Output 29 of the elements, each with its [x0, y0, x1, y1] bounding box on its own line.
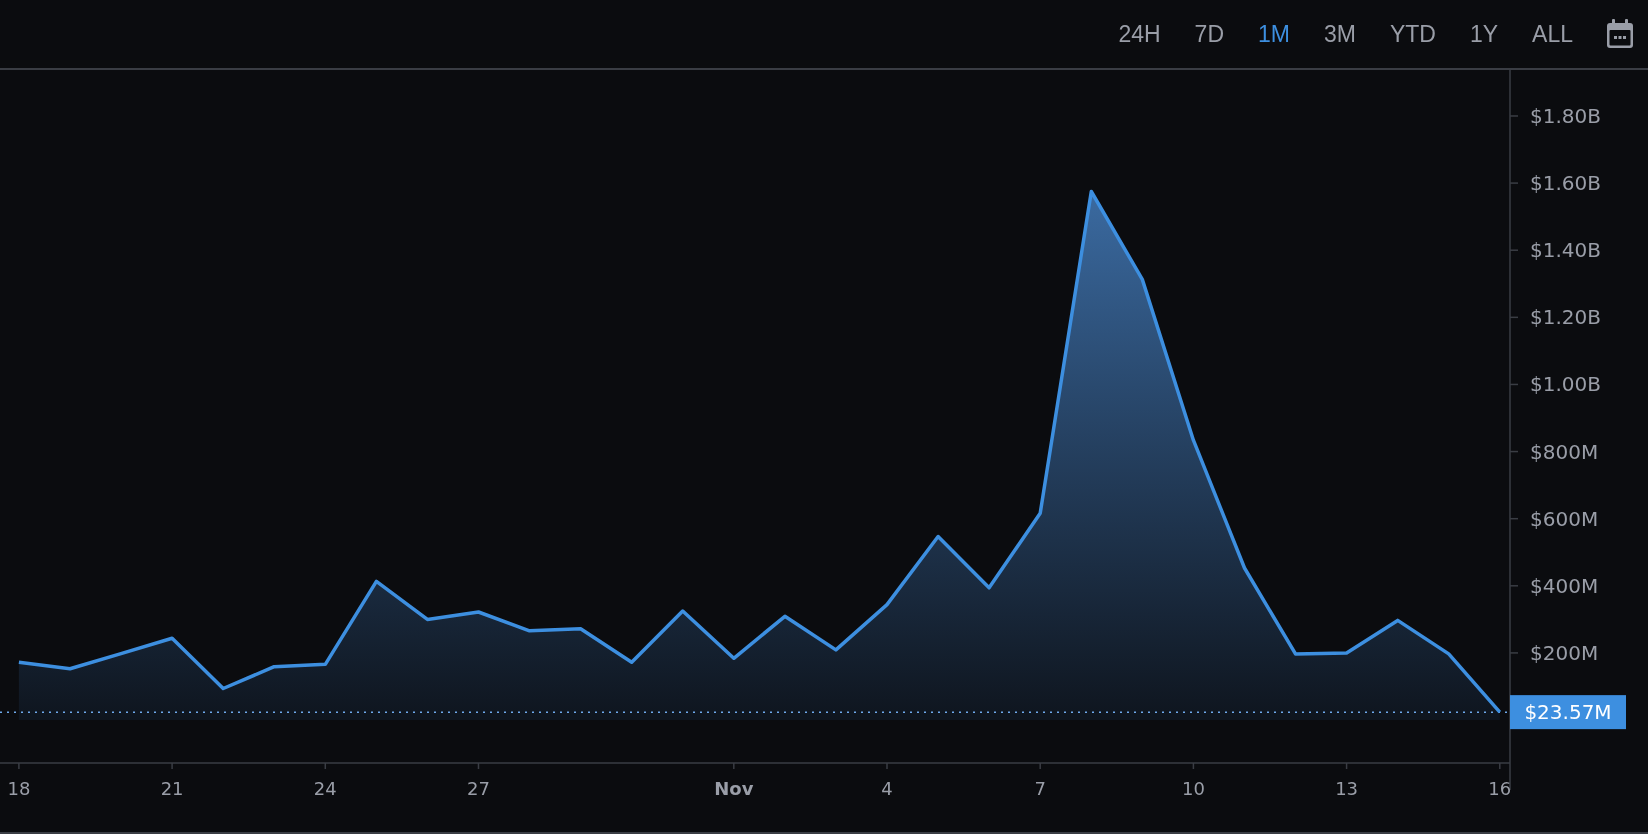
- y-axis-label: $1.20B: [1530, 305, 1601, 330]
- x-axis-label: 24: [313, 778, 337, 799]
- x-axis-label: 16: [1488, 778, 1512, 799]
- x-axis-label: 13: [1335, 778, 1359, 799]
- x-axis-label: 4: [881, 778, 893, 799]
- x-axis-label: 7: [1034, 778, 1046, 799]
- y-axis-label: $1.60B: [1530, 171, 1601, 196]
- y-axis-label: $600M: [1530, 506, 1599, 531]
- range-tab[interactable]: 1Y: [1454, 16, 1514, 52]
- y-axis-label: $1.80B: [1530, 104, 1601, 128]
- calendar-icon[interactable]: [1606, 19, 1634, 49]
- y-axis-label: $200M: [1530, 640, 1599, 665]
- y-axis-label: $800M: [1530, 439, 1599, 464]
- range-tab[interactable]: YTD: [1374, 16, 1451, 52]
- y-axis-label: $1.00B: [1530, 372, 1601, 397]
- x-axis-label: 18: [7, 778, 31, 799]
- ref-line-label: $23.57M: [1524, 700, 1612, 725]
- x-axis-label: Nov: [714, 778, 754, 799]
- range-tab[interactable]: 3M: [1308, 16, 1371, 52]
- range-tab[interactable]: 1M: [1243, 16, 1305, 52]
- range-tab[interactable]: 7D: [1179, 16, 1239, 52]
- y-axis-label: $400M: [1530, 573, 1599, 598]
- range-tab[interactable]: 24H: [1103, 16, 1176, 52]
- x-axis-label: 27: [467, 778, 490, 799]
- current-value-badge: $23.57M: [1510, 695, 1626, 730]
- x-axis-label: 10: [1181, 778, 1205, 799]
- y-axis-label: $1.40B: [1530, 238, 1601, 263]
- x-axis-label: 21: [160, 778, 184, 799]
- range-tab[interactable]: ALL: [1517, 16, 1588, 52]
